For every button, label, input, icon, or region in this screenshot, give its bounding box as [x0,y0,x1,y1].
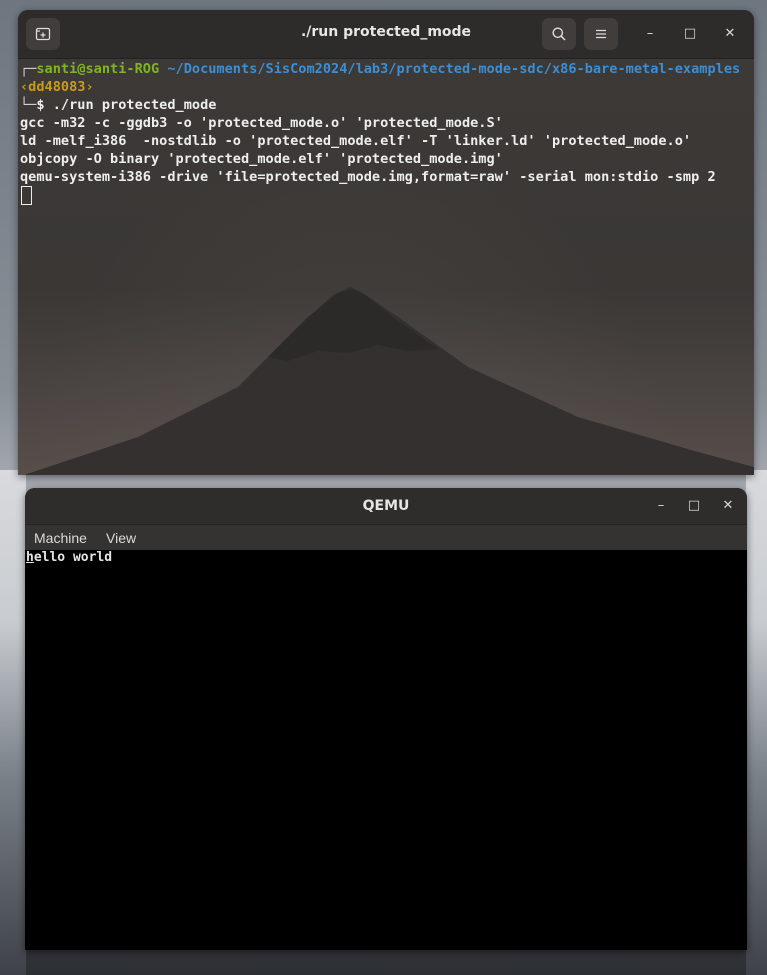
search-icon [552,27,566,41]
prompt-symbol: $ [36,97,45,113]
terminal-output[interactable]: ┌─santi@santi-ROG ~/Documents/SisCom2024… [20,60,746,206]
hamburger-menu-icon [596,29,606,39]
output-line: objcopy -O binary 'protected_mode.elf' '… [20,151,503,167]
output-line: qemu-system-i386 -drive 'file=protected_… [20,169,716,185]
menu-machine[interactable]: Machine [34,530,87,546]
output-line: gcc -m32 -c -ggdb3 -o 'protected_mode.o'… [20,115,503,131]
prompt-path: ~/Documents/SisCom2024/lab3/protected-mo… [167,61,741,77]
qemu-maximize-button[interactable]: □ [686,498,702,513]
terminal-cursor [21,186,32,205]
qemu-title: QEMU [362,498,410,514]
menu-button[interactable] [584,18,618,50]
terminal-window[interactable]: ./run protected_mode – □ ✕ ┌─santi@santi… [18,10,754,475]
terminal-header[interactable]: ./run protected_mode – □ ✕ [18,10,754,59]
qemu-minimize-button[interactable]: – [653,498,669,513]
maximize-button[interactable]: □ [682,26,698,41]
menu-view[interactable]: View [106,530,136,546]
terminal-body[interactable]: ┌─santi@santi-ROG ~/Documents/SisCom2024… [18,59,754,475]
wallpaper-edge-right [746,470,767,975]
mountain-wallpaper [24,287,754,475]
qemu-window[interactable]: QEMU – □ ✕ Machine View hello world [25,488,747,950]
qemu-screen-text: hello world [26,550,112,566]
close-button[interactable]: ✕ [722,26,738,41]
search-button[interactable] [542,18,576,50]
prompt-command: ./run protected_mode [52,97,217,113]
qemu-text-rest: ello world [33,550,113,565]
output-line: ld -melf_i386 -nostdlib -o 'protected_mo… [20,133,692,149]
minimize-button[interactable]: – [642,26,658,41]
qemu-header[interactable]: QEMU – □ ✕ [25,488,747,524]
prompt-user-host: santi@santi-ROG [36,61,160,77]
prompt-git-branch: ‹dd48083› [20,79,94,95]
prompt-corner-top: ┌─ [20,61,37,77]
qemu-close-button[interactable]: ✕ [720,498,736,513]
qemu-menubar: Machine View [25,524,747,551]
wallpaper-edge-left [0,470,26,975]
qemu-text-cursor-char: h [26,550,34,565]
prompt-corner-bottom: └─ [20,97,37,113]
qemu-display[interactable]: hello world [25,550,747,950]
